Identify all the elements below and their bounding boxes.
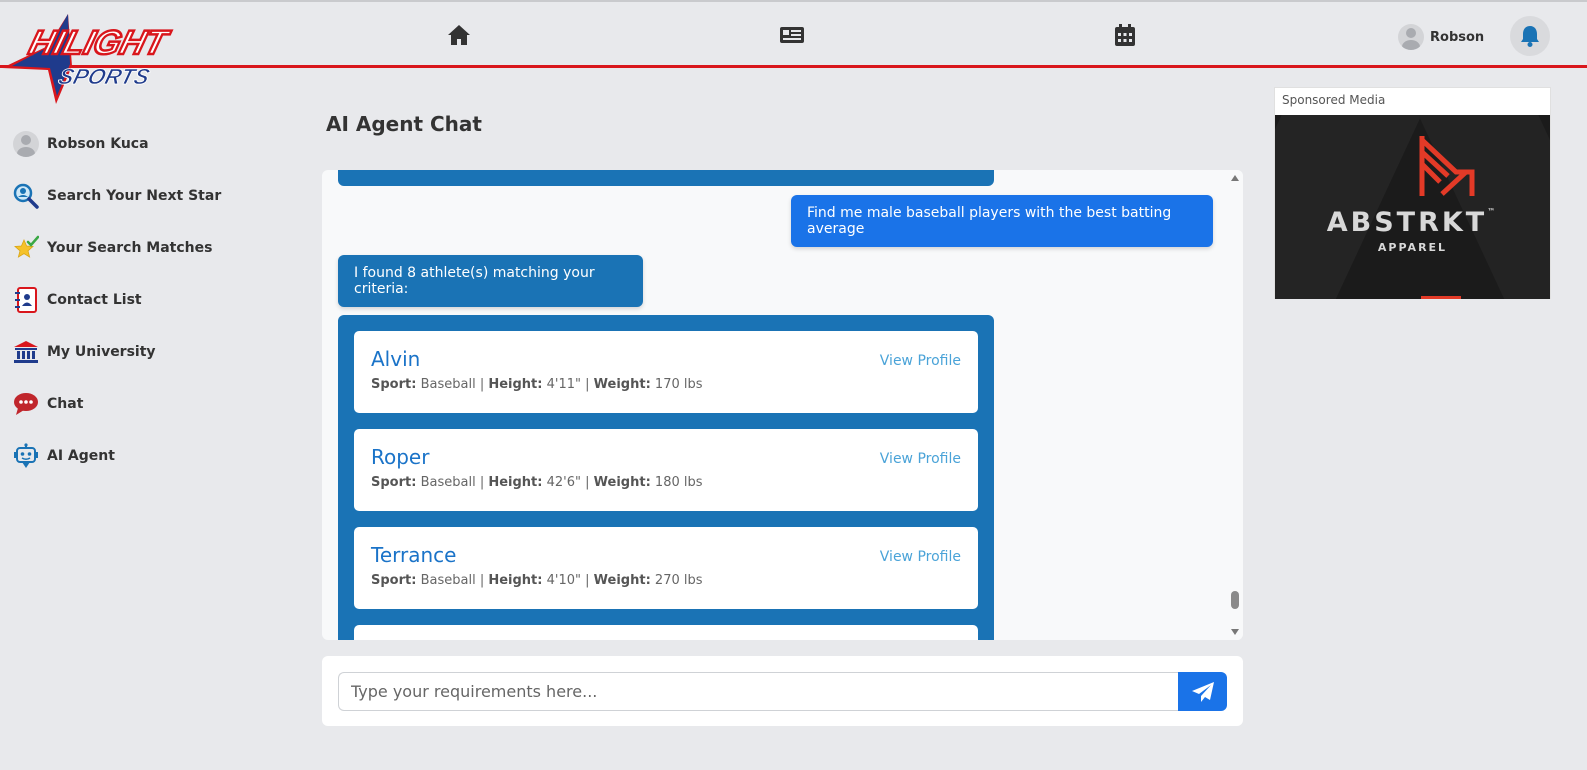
svg-text:SPORTS: SPORTS [56,64,153,89]
athlete-card: Alvin Sport: Baseball | Height: 4'11" | … [354,331,978,413]
athlete-details: Sport: Baseball | Height: 4'10" | Weight… [371,573,703,588]
athlete-name: Alvin [371,347,421,371]
avatar [1398,24,1424,50]
sidebar-item-label: AI Agent [47,448,115,464]
robot-icon [12,442,40,470]
abstrkt-logo-icon [1419,136,1475,196]
sponsored-label: Sponsored Media [1282,93,1386,107]
home-icon[interactable] [446,22,472,48]
chat-messages-panel: Find me male baseball players with the b… [322,170,1243,640]
search-icon [12,182,40,210]
user-message-text: Find me male baseball players with the b… [807,205,1172,237]
user-name: Robson [1430,29,1485,45]
sidebar-item-search[interactable]: Search Your Next Star [0,170,260,222]
view-profile-link[interactable]: View Profile [880,353,961,369]
athlete-card: Roper Sport: Baseball | Height: 42'6" | … [354,429,978,511]
athlete-card: Terrance Sport: Baseball | Height: 4'10"… [354,527,978,609]
bell-icon[interactable] [1510,16,1550,56]
sidebar-item-label: Robson Kuca [47,136,149,152]
chat-scrollbar[interactable] [1227,170,1243,640]
bot-message-text: I found 8 athlete(s) matching your crite… [354,265,595,297]
user-menu[interactable]: Robson [1398,22,1484,52]
athlete-details: Sport: Baseball | Height: 42'6" | Weight… [371,475,703,490]
athlete-results-list: Alvin Sport: Baseball | Height: 4'11" | … [338,315,994,640]
star-check-icon [12,234,40,262]
top-navbar: HILIGHT SPORTS Robson [0,0,1587,104]
ad-banner[interactable]: ABSTRKT™ APPAREL [1275,115,1550,299]
athlete-card [354,625,978,640]
calendar-icon[interactable] [1112,22,1138,48]
view-profile-link[interactable]: View Profile [880,451,961,467]
sponsored-media-panel: Sponsored Media ABSTRKT™ APPAREL [1274,87,1551,299]
view-profile-link[interactable]: View Profile [880,549,961,565]
contact-book-icon [12,286,40,314]
send-icon [1191,681,1214,702]
chat-bubble-icon [12,390,40,418]
scrollbar-thumb[interactable] [1231,591,1239,609]
avatar [12,130,40,158]
sidebar-item-label: Chat [47,396,84,412]
athlete-details: Sport: Baseball | Height: 4'11" | Weight… [371,377,703,392]
athlete-name: Roper [371,445,430,469]
sidebar-item-contacts[interactable]: Contact List [0,274,260,326]
sidebar-item-chat[interactable]: Chat [0,378,260,430]
sidebar: Robson Kuca Search Your Next Star Your S… [0,118,260,482]
chat-input-bar [322,656,1243,726]
sidebar-item-ai-agent[interactable]: AI Agent [0,430,260,482]
scroll-up-arrow-icon[interactable] [1231,175,1239,181]
ad-subtitle: APPAREL [1377,241,1448,254]
scroll-down-arrow-icon[interactable] [1231,629,1239,635]
sidebar-item-label: Your Search Matches [47,240,213,256]
sidebar-item-university[interactable]: My University [0,326,260,378]
athlete-name: Terrance [371,543,457,567]
chat-scroll-area: Find me male baseball players with the b… [322,170,1227,640]
sidebar-item-profile[interactable]: Robson Kuca [0,118,260,170]
sidebar-item-label: Contact List [47,292,142,308]
previous-message-bubble [338,170,994,186]
sidebar-item-label: My University [47,344,156,360]
svg-text:HILIGHT: HILIGHT [25,25,174,62]
sidebar-item-matches[interactable]: Your Search Matches [0,222,260,274]
news-icon[interactable] [779,22,805,48]
university-icon [12,338,40,366]
page-title: AI Agent Chat [326,112,482,136]
sidebar-item-label: Search Your Next Star [47,188,222,204]
ad-brand-name: ABSTRKT™ [1326,207,1499,238]
user-message-bubble: Find me male baseball players with the b… [791,195,1213,247]
hilight-sports-logo[interactable]: HILIGHT SPORTS [0,6,200,106]
send-button[interactable] [1178,672,1227,711]
chat-input[interactable] [338,672,1179,711]
bot-message-bubble: I found 8 athlete(s) matching your crite… [338,255,643,307]
